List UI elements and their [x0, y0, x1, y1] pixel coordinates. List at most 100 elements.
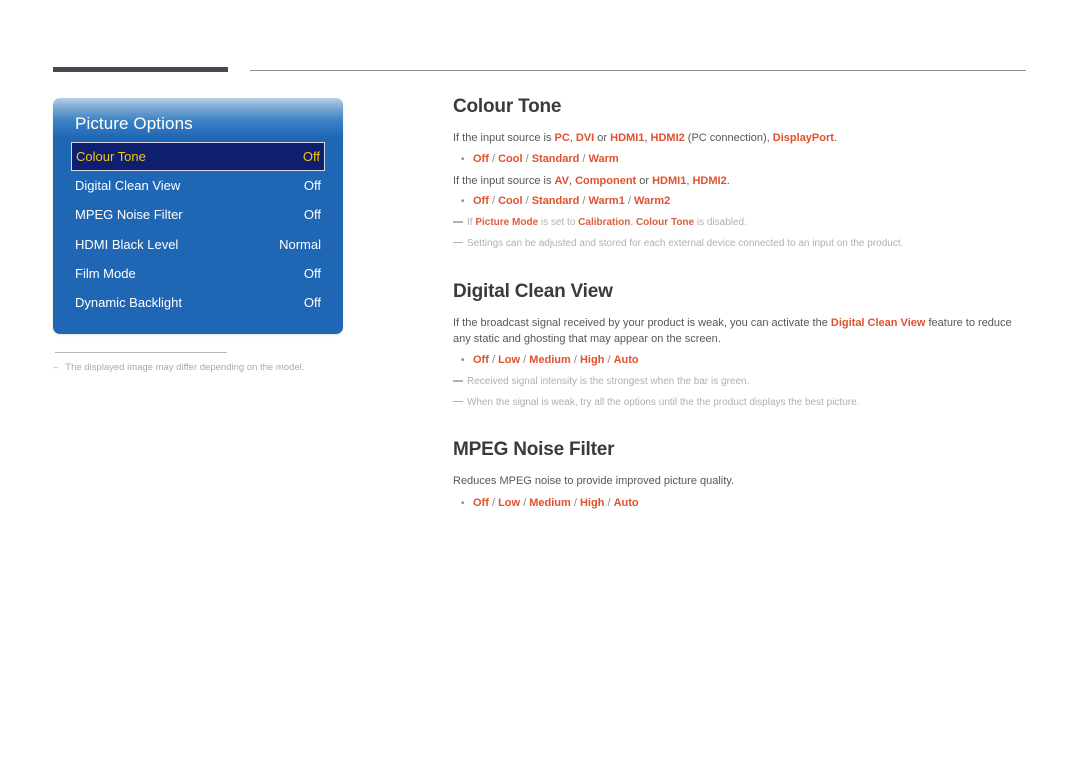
caption-dash: – [53, 362, 59, 373]
term-hdmi2: HDMI2 [692, 174, 727, 187]
colour-tone-note-2: Settings can be adjusted and stored for … [453, 237, 1028, 252]
note-body: If Picture Mode is set to Calibration, C… [467, 216, 1028, 231]
header-thick-rule [53, 67, 228, 72]
text: is set to [538, 217, 579, 229]
dcv-note-2: When the signal is weak, try all the opt… [453, 396, 1028, 411]
osd-item-film-mode[interactable]: Film Mode Off [75, 259, 321, 288]
osd-item-value: Off [303, 207, 321, 223]
text: is disabled. [694, 217, 747, 229]
term-hdmi1: HDMI1 [652, 174, 687, 187]
text: . [833, 132, 837, 144]
option: Off [473, 496, 489, 509]
term-hdmi1: HDMI1 [610, 132, 645, 144]
text: If the input source is [453, 132, 555, 144]
option: Standard [531, 195, 580, 208]
note-dash-icon [453, 241, 463, 244]
text: If the broadcast signal received by your… [453, 317, 831, 330]
osd-item-label: Colour Tone [76, 149, 146, 164]
option: Off [473, 152, 489, 165]
osd-item-label: Digital Clean View [75, 178, 181, 194]
option-values: Off / Cool / Standard / Warm [473, 152, 619, 165]
section-title-mpeg-noise-filter: MPEG Noise Filter [453, 439, 615, 461]
list-item: • Off / Cool / Standard / Warm [453, 152, 1028, 168]
option: Auto [613, 496, 639, 509]
osd-panel-title: Picture Options [75, 114, 193, 133]
dcv-note-1: Received signal intensity is the stronge… [453, 375, 1028, 390]
page-header-rules [0, 0, 1080, 90]
osd-menu-panel: Picture Options Colour Tone Off Digital … [53, 98, 343, 334]
option: Low [498, 496, 521, 509]
section-digital-clean-view: Digital Clean View If the broadcast sign… [453, 281, 1028, 410]
text: . [726, 174, 730, 187]
option-values: Off / Cool / Standard / Warm1 / Warm2 [473, 195, 671, 208]
term-digital-clean-view: Digital Clean View [830, 317, 926, 330]
term-colour-tone: Colour Tone [635, 217, 695, 229]
option: High [579, 496, 605, 509]
note-body: Settings can be adjusted and stored for … [467, 237, 904, 249]
osd-item-value: Off [303, 178, 321, 194]
osd-item-value: Normal [279, 236, 321, 252]
osd-item-value: Off [303, 266, 321, 282]
colour-tone-options-list-2: • Off / Cool / Standard / Warm1 / Warm2 [453, 194, 1028, 210]
option: Low [498, 354, 521, 367]
dcv-description: If the broadcast signal received by your… [453, 316, 1028, 347]
list-item: • Off / Low / Medium / High / Auto [453, 496, 1028, 512]
list-item: • Off / Low / Medium / High / Auto [453, 353, 1028, 369]
option: Off [473, 195, 489, 208]
section-colour-tone: Colour Tone If the input source is PC, D… [453, 96, 1028, 251]
header-thin-rule [250, 70, 1026, 71]
option: Off [473, 354, 489, 367]
option: Warm [588, 152, 619, 165]
term-picture-mode: Picture Mode [475, 217, 539, 229]
text: If the input source is [453, 174, 555, 187]
mpeg-options-list: • Off / Low / Medium / High / Auto [453, 496, 1028, 512]
mpeg-description: Reduces MPEG noise to provide improved p… [453, 475, 735, 488]
option: Auto [613, 354, 639, 367]
option: Medium [529, 496, 571, 509]
option: Standard [531, 152, 580, 165]
colour-tone-options-list-1: • Off / Cool / Standard / Warm [453, 152, 1028, 168]
colour-tone-note-1: If Picture Mode is set to Calibration, C… [453, 216, 1028, 231]
term-av: AV [554, 174, 569, 187]
osd-item-digital-clean-view[interactable]: Digital Clean View Off [75, 171, 321, 200]
term-calibration: Calibration [578, 217, 631, 229]
bullet-icon: • [461, 497, 465, 509]
option: Cool [498, 195, 523, 208]
osd-item-hdmi-black-level[interactable]: HDMI Black Level Normal [75, 230, 321, 259]
osd-item-value: Off [303, 295, 321, 311]
term-displayport: DisplayPort [772, 132, 834, 144]
osd-item-mpeg-noise-filter[interactable]: MPEG Noise Filter Off [75, 200, 321, 229]
bullet-icon: • [461, 196, 465, 208]
caption-text-row: – The displayed image may differ dependi… [53, 362, 343, 374]
osd-item-label: Film Mode [75, 266, 136, 282]
documentation-column: Colour Tone If the input source is PC, D… [453, 96, 1028, 518]
osd-item-colour-tone[interactable]: Colour Tone Off [71, 142, 325, 171]
text: or [594, 132, 611, 144]
section-title-colour-tone: Colour Tone [453, 96, 562, 117]
osd-item-dynamic-backlight[interactable]: Dynamic Backlight Off [75, 288, 321, 317]
option: Cool [498, 152, 523, 165]
option: High [579, 354, 605, 367]
osd-menu-list: Colour Tone Off Digital Clean View Off M… [53, 142, 343, 317]
osd-item-label: HDMI Black Level [75, 236, 179, 252]
option: Warm1 [588, 195, 625, 208]
note-body: Received signal intensity is the stronge… [467, 376, 750, 388]
option: Medium [529, 354, 571, 367]
term-component: Component [575, 174, 637, 187]
term-pc: PC [554, 132, 570, 144]
bullet-icon: • [461, 355, 465, 367]
dcv-options-list: • Off / Low / Medium / High / Auto [453, 353, 1028, 369]
bullet-icon: • [461, 153, 465, 165]
option-values: Off / Low / Medium / High / Auto [473, 496, 639, 509]
colour-tone-source-line-2: If the input source is AV, Component or … [453, 174, 1028, 190]
caption-body: The displayed image may differ depending… [65, 362, 305, 373]
note-body: When the signal is weak, try all the opt… [467, 396, 860, 408]
section-mpeg-noise-filter: MPEG Noise Filter Reduces MPEG noise to … [453, 439, 1028, 512]
figure-caption: – The displayed image may differ dependi… [53, 352, 343, 374]
osd-item-value: Off [302, 149, 320, 164]
option: Warm2 [634, 195, 671, 208]
option-values: Off / Low / Medium / High / Auto [473, 354, 639, 367]
osd-item-label: MPEG Noise Filter [75, 207, 183, 223]
term-hdmi2: HDMI2 [650, 132, 685, 144]
note-dash-icon [453, 380, 463, 382]
